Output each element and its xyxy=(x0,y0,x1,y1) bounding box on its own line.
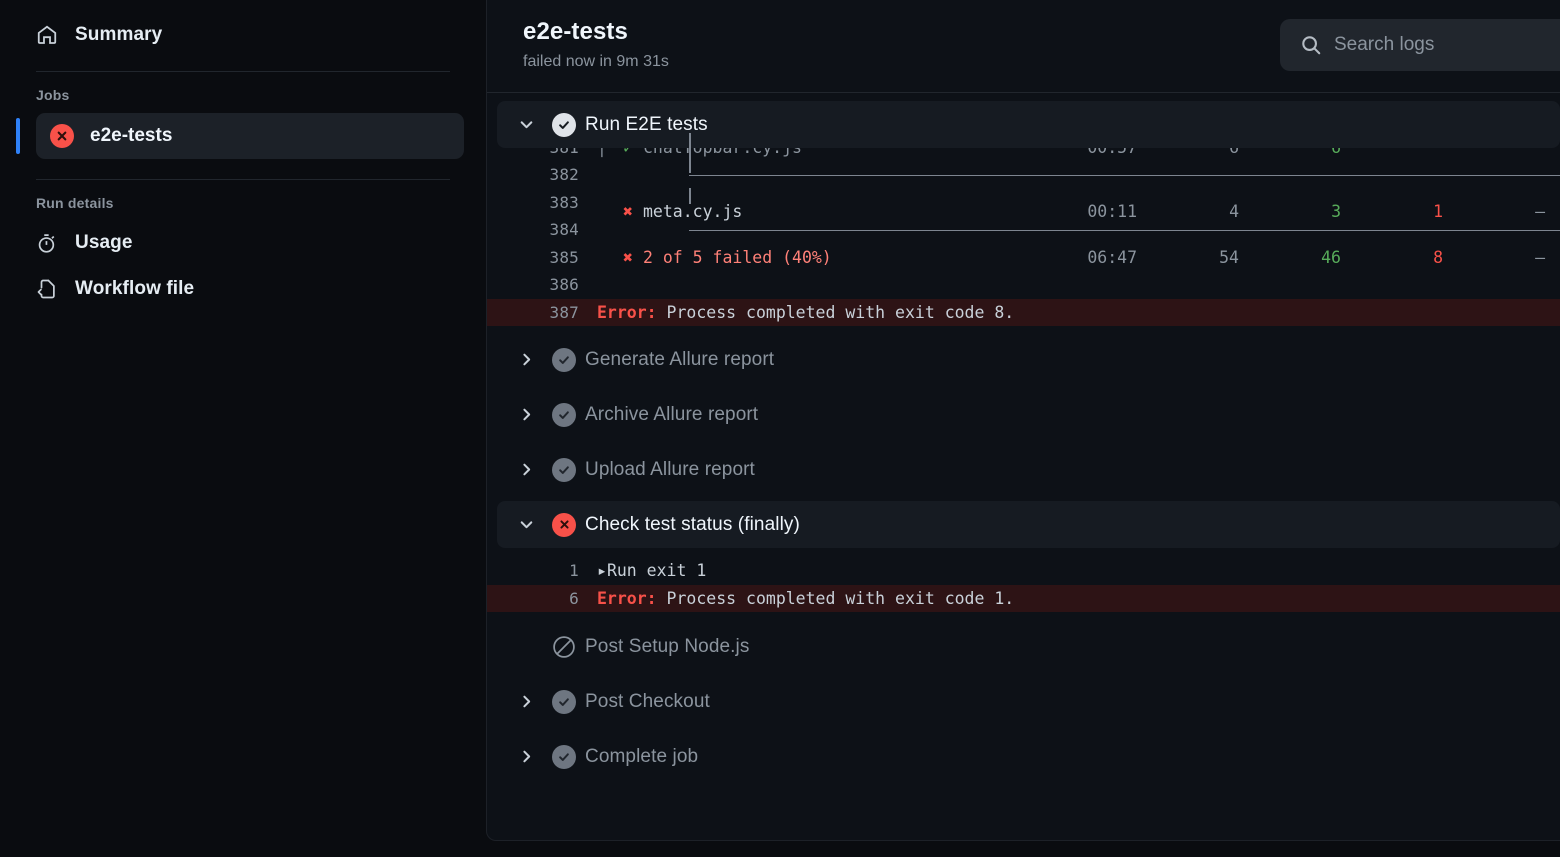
x-circle-icon xyxy=(50,124,74,148)
log-line-error: 6 Error: Process completed with exit cod… xyxy=(487,584,1560,612)
log-check-test-status: 1 ▸Run exit 1 6 Error: Process completed… xyxy=(487,557,1560,612)
command-text: Run exit 1 xyxy=(606,561,707,581)
chevron-right-icon[interactable] xyxy=(509,693,543,710)
line-number: 381 xyxy=(487,148,579,157)
line-number: 382 xyxy=(549,165,579,185)
step-generate-allure-report-label: Generate Allure report xyxy=(585,348,775,370)
sidebar-item-usage-label: Usage xyxy=(75,232,133,253)
chevron-placeholder-icon xyxy=(509,638,543,655)
steps-list: Run E2E tests 381 │ ✓ chatTopbar.cy.js 0… xyxy=(487,101,1560,780)
line-number: 6 xyxy=(569,588,579,608)
step-post-checkout-label: Post Checkout xyxy=(585,690,710,712)
log-line: 1 ▸Run exit 1 xyxy=(487,557,1560,585)
search-icon xyxy=(1300,34,1322,56)
job-log-panel: e2e-tests failed now in 9m 31s Search lo… xyxy=(486,0,1560,841)
step-post-checkout[interactable]: Post Checkout xyxy=(497,678,1560,725)
sidebar-item-e2e-tests[interactable]: e2e-tests xyxy=(36,113,464,159)
step-post-setup-nodejs[interactable]: Post Setup Node.js xyxy=(497,623,1560,670)
file-code-icon xyxy=(36,278,58,300)
log-line: 385 ✖ 2 of 5 failed (40%) 06:47 54 46 8 … xyxy=(487,244,1560,272)
line-content: ▸Run exit 1 xyxy=(579,561,1560,580)
table-vertical-edge xyxy=(689,187,691,204)
workflow-run-page: Summary Jobs e2e-tests Run details Usage… xyxy=(0,0,1560,857)
table-pipe xyxy=(597,248,613,267)
line-number: 385 xyxy=(549,247,579,267)
line-content: Error: Process completed with exit code … xyxy=(579,303,1560,322)
check-circle-dim-icon xyxy=(543,347,585,372)
check-circle-dim-icon xyxy=(543,457,585,482)
sidebar-item-usage[interactable]: Usage xyxy=(36,221,464,265)
table-vertical-edge xyxy=(689,145,691,174)
sidebar-run-details-heading: Run details xyxy=(36,195,114,211)
active-job-accent-bar xyxy=(16,118,20,154)
error-label: Error: xyxy=(597,302,657,322)
chevron-right-icon[interactable] xyxy=(509,351,543,368)
step-check-test-status-label: Check test status (finally) xyxy=(585,513,800,535)
sidebar-item-summary[interactable]: Summary xyxy=(36,14,464,56)
row-pending: – xyxy=(1535,247,1545,267)
line-number: 1 xyxy=(569,561,579,581)
step-check-test-status[interactable]: Check test status (finally) xyxy=(497,501,1560,548)
sidebar-item-e2e-tests-label: e2e-tests xyxy=(90,125,173,146)
line-content: Error: Process completed with exit code … xyxy=(579,589,1560,608)
job-header: e2e-tests failed now in 9m 31s Search lo… xyxy=(487,0,1560,93)
sidebar-item-summary-label: Summary xyxy=(75,24,163,45)
chevron-right-icon[interactable] xyxy=(509,461,543,478)
sidebar-divider-1 xyxy=(36,71,450,72)
disclosure-triangle-icon[interactable]: ▸ xyxy=(597,561,607,580)
row-passing: 46 xyxy=(1321,247,1341,267)
step-complete-job-label: Complete job xyxy=(585,745,699,767)
chevron-down-icon[interactable] xyxy=(509,116,543,133)
skip-circle-icon xyxy=(543,635,585,659)
home-icon xyxy=(36,24,58,46)
step-complete-job[interactable]: Complete job xyxy=(497,733,1560,780)
row-duration: 06:47 xyxy=(1087,247,1137,267)
sidebar-item-workflow-file[interactable]: Workflow file xyxy=(36,267,464,311)
error-text: Process completed with exit code 8. xyxy=(656,302,1015,322)
x-circle-icon xyxy=(543,512,585,537)
line-number: 386 xyxy=(549,275,579,295)
row-status-mark: ✖ xyxy=(623,247,633,267)
log-run-e2e-tests: 381 │ ✓ chatTopbar.cy.js 00:57 6 6 xyxy=(487,132,1560,326)
step-generate-allure-report[interactable]: Generate Allure report xyxy=(497,336,1560,383)
error-text: Process completed with exit code 1. xyxy=(656,588,1015,608)
search-logs-placeholder: Search logs xyxy=(1334,34,1435,55)
step-archive-allure-report[interactable]: Archive Allure report xyxy=(497,391,1560,438)
sidebar-divider-2 xyxy=(36,179,450,180)
step-upload-allure-report-label: Upload Allure report xyxy=(585,458,755,480)
step-archive-allure-report-label: Archive Allure report xyxy=(585,403,759,425)
check-circle-dim-icon xyxy=(543,689,585,714)
row-summary-text: 2 of 5 failed (40%) xyxy=(643,247,832,267)
log-line-error: 387 Error: Process completed with exit c… xyxy=(487,298,1560,326)
line-number: 384 xyxy=(549,220,579,240)
stopwatch-icon xyxy=(36,232,58,254)
chevron-right-icon[interactable] xyxy=(509,748,543,765)
log-line: 386 xyxy=(487,271,1560,299)
row-failing: 8 xyxy=(1433,247,1443,267)
line-number: 383 xyxy=(549,192,579,212)
check-circle-dim-icon xyxy=(543,402,585,427)
sidebar-jobs-heading: Jobs xyxy=(36,87,70,103)
sidebar-item-workflow-file-label: Workflow file xyxy=(75,278,195,299)
step-post-setup-nodejs-label: Post Setup Node.js xyxy=(585,635,750,657)
step-upload-allure-report[interactable]: Upload Allure report xyxy=(497,446,1560,493)
chevron-down-icon[interactable] xyxy=(509,516,543,533)
line-number: 387 xyxy=(549,302,579,322)
search-logs-input[interactable]: Search logs xyxy=(1280,19,1560,71)
check-circle-dim-icon xyxy=(543,744,585,769)
row-tests: 54 xyxy=(1219,247,1239,267)
sidebar-job-wrapper: e2e-tests xyxy=(16,113,464,159)
error-label: Error: xyxy=(597,588,657,608)
sidebar: Summary Jobs e2e-tests Run details Usage… xyxy=(0,0,486,857)
chevron-right-icon[interactable] xyxy=(509,406,543,423)
check-circle-bright-icon xyxy=(543,112,585,137)
